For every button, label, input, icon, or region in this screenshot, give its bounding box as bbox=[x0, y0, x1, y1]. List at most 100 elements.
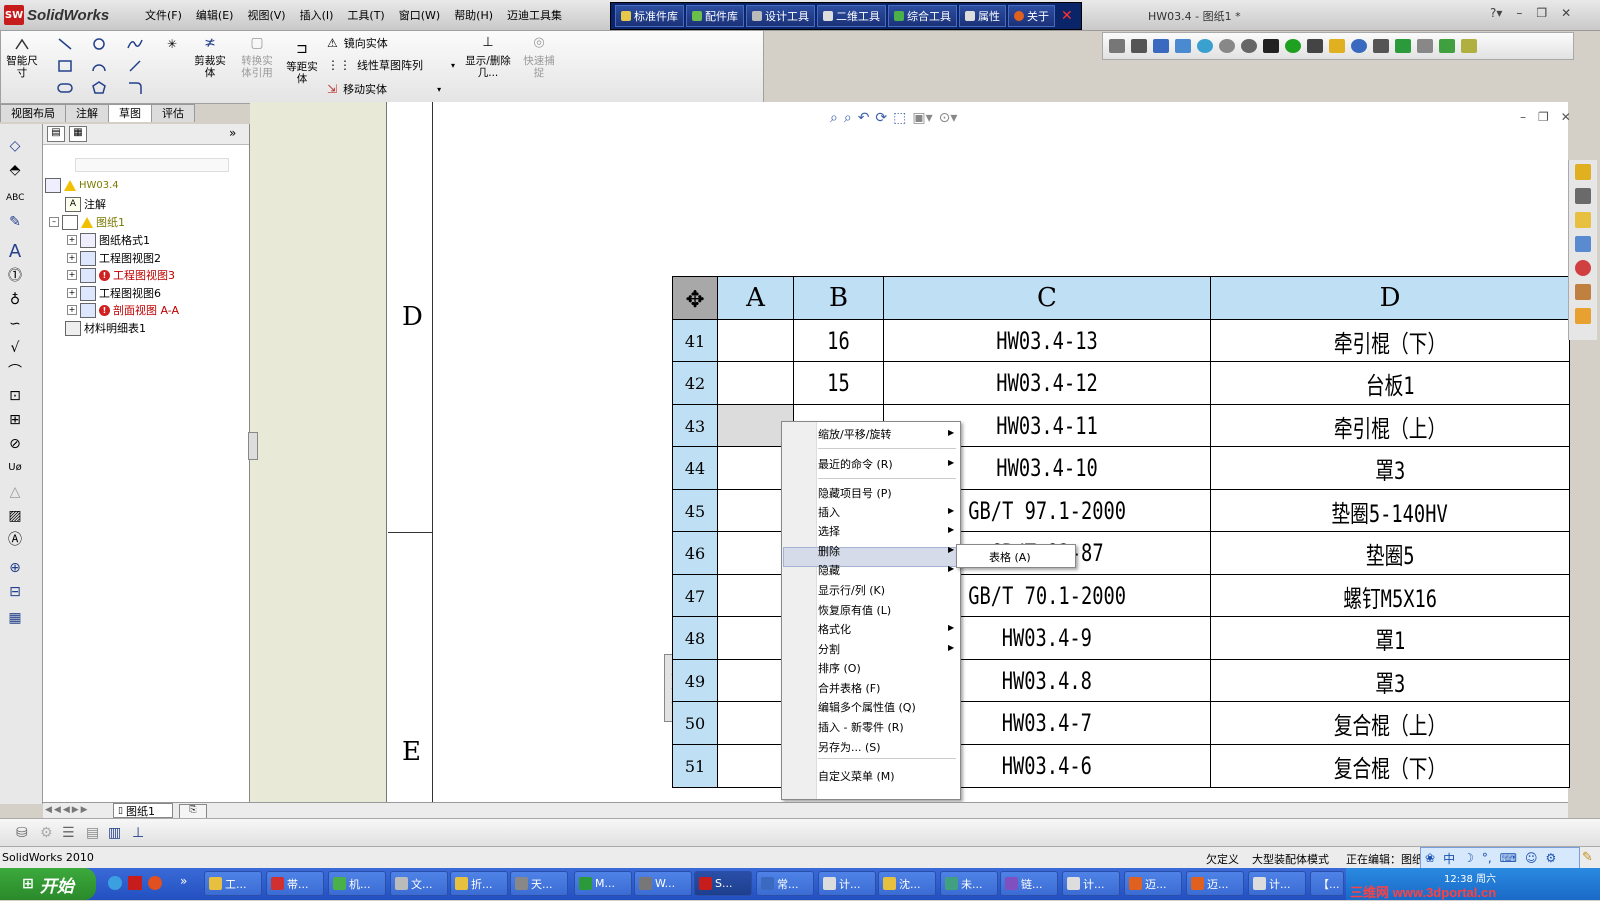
context-menu-item[interactable]: 排序 (O) bbox=[818, 660, 861, 676]
hole-callout-icon[interactable]: ⊡ bbox=[6, 388, 24, 404]
table-cell[interactable]: 罩1 bbox=[1210, 616, 1570, 660]
expand-icon[interactable]: + bbox=[67, 288, 77, 298]
minimize-icon[interactable]: – bbox=[1516, 6, 1522, 20]
magnetic-line-icon[interactable]: ∽ bbox=[6, 316, 24, 332]
property-tab-icon[interactable]: ▦ bbox=[69, 126, 87, 142]
context-menu-item[interactable]: 插入 bbox=[818, 504, 840, 520]
taskbar-item[interactable]: 计... bbox=[818, 871, 876, 896]
view-orientation-icon[interactable]: ⬚ bbox=[893, 110, 906, 126]
table-cell[interactable]: 台板1 bbox=[1210, 361, 1570, 405]
magnifier-icon[interactable] bbox=[1351, 39, 1367, 53]
color-display-icon[interactable]: ▥ bbox=[108, 825, 121, 841]
menu-insert[interactable]: 插入(I) bbox=[293, 7, 341, 23]
block-icon[interactable]: Ⓐ bbox=[6, 532, 24, 548]
polygon-shape-icon[interactable] bbox=[91, 81, 107, 95]
balloon-icon[interactable]: ⓵ bbox=[6, 268, 24, 284]
network-icon[interactable] bbox=[1175, 39, 1191, 53]
paw-icon[interactable]: ❀ bbox=[1425, 851, 1435, 865]
punctuation-icon[interactable]: °, bbox=[1482, 851, 1492, 865]
plugin-standard-parts[interactable]: 标准件库 bbox=[615, 5, 684, 27]
more-icon[interactable]: » bbox=[180, 874, 187, 888]
moon-icon[interactable]: ☽ bbox=[1463, 851, 1474, 865]
table-cell[interactable]: 螺钉M5X16 bbox=[1210, 574, 1570, 618]
display-style-icon[interactable]: ▣▾ bbox=[912, 110, 932, 126]
context-menu-item[interactable]: 显示行/列 (K) bbox=[818, 582, 885, 598]
arc-icon[interactable] bbox=[91, 59, 107, 73]
key-icon[interactable] bbox=[1109, 39, 1125, 53]
menu-view[interactable]: 视图(V) bbox=[240, 7, 292, 23]
table-cell[interactable]: 复合棍（下） bbox=[1210, 744, 1570, 788]
appearance-icon[interactable] bbox=[1575, 260, 1591, 276]
context-menu-item[interactable]: 合并表格 (F) bbox=[818, 680, 880, 696]
datum-target-icon[interactable]: Uø bbox=[6, 460, 24, 476]
taskbar-item[interactable]: 迈... bbox=[1124, 871, 1182, 896]
close-icon[interactable]: ✕ bbox=[1057, 8, 1077, 24]
line-weight-icon[interactable]: ☰ bbox=[62, 825, 75, 841]
auto-balloon-icon[interactable]: ♁ bbox=[6, 292, 24, 308]
row-header[interactable]: 44 bbox=[672, 446, 718, 490]
submenu-item-table[interactable]: 表格 (A) bbox=[989, 549, 1031, 565]
ie-icon[interactable] bbox=[108, 876, 122, 890]
taskbar-item[interactable]: M... bbox=[574, 871, 632, 896]
offset-entities-button[interactable]: ⊐ 等距实体 bbox=[283, 42, 321, 85]
datum-feature-icon[interactable]: ⊘ bbox=[6, 436, 24, 452]
expand-icon[interactable]: + bbox=[67, 270, 77, 280]
row-header[interactable]: 49 bbox=[672, 659, 718, 703]
row-header[interactable]: 47 bbox=[672, 574, 718, 618]
feature-tree-tab-icon[interactable]: ▤ bbox=[47, 126, 65, 142]
context-menu-item[interactable]: 分割 bbox=[818, 641, 840, 657]
align-icon[interactable]: ⊥ bbox=[132, 825, 144, 841]
row-header[interactable]: 48 bbox=[672, 616, 718, 660]
binoculars-icon[interactable] bbox=[1373, 39, 1389, 53]
plugin-parts-lib[interactable]: 配件库 bbox=[686, 5, 744, 27]
ime-chinese-icon[interactable]: 中 bbox=[1443, 850, 1455, 867]
taskbar-item[interactable]: 天... bbox=[510, 871, 568, 896]
line-style-icon[interactable]: ▤ bbox=[86, 825, 99, 841]
row-header[interactable]: 42 bbox=[672, 361, 718, 405]
collapse-icon[interactable]: – bbox=[49, 217, 59, 227]
tab-annotation[interactable]: 注解 bbox=[65, 104, 109, 122]
add-sheet-icon[interactable]: ⎘ bbox=[179, 804, 207, 819]
tree-filter-input[interactable] bbox=[75, 158, 229, 172]
taskbar-item[interactable]: 链... bbox=[1000, 871, 1058, 896]
mw-icon[interactable] bbox=[1307, 39, 1323, 53]
geometric-tolerance-icon[interactable]: ⊞ bbox=[6, 412, 24, 428]
restore-icon[interactable]: ❐ bbox=[1538, 110, 1549, 124]
surface-finish-icon[interactable]: √ bbox=[6, 340, 24, 356]
convert-entities-button[interactable]: ▢ 转换实体引用 bbox=[237, 36, 277, 79]
hide-show-icon[interactable]: ⊙▾ bbox=[939, 110, 958, 126]
table-cell[interactable]: 罩3 bbox=[1210, 659, 1570, 703]
start-button[interactable]: ⊞ 开始 bbox=[0, 868, 96, 900]
taskbar-item[interactable]: 文... bbox=[390, 871, 448, 896]
table-icon[interactable] bbox=[1461, 39, 1477, 53]
context-menu-item[interactable]: 格式化 bbox=[818, 621, 851, 637]
tree-annotations[interactable]: A 注解 bbox=[65, 196, 106, 212]
table-cell[interactable]: HW03.4-12 bbox=[883, 361, 1211, 405]
expand-panel-icon[interactable]: » bbox=[229, 126, 236, 140]
slot-icon[interactable] bbox=[57, 81, 73, 95]
firefox-icon[interactable] bbox=[148, 876, 162, 890]
tree-item[interactable]: + ! 剖面视图 A-A bbox=[67, 302, 179, 318]
globe-icon[interactable] bbox=[1197, 39, 1213, 53]
taskbar-item[interactable]: 机... bbox=[328, 871, 386, 896]
solidworks-icon[interactable] bbox=[128, 876, 142, 890]
rectangle-icon[interactable] bbox=[57, 59, 73, 73]
tree-item[interactable]: 材料明细表1 bbox=[65, 320, 146, 336]
expand-icon[interactable]: + bbox=[67, 235, 77, 245]
tree-root[interactable]: HW03.4 bbox=[45, 178, 119, 193]
column-header[interactable]: C bbox=[883, 276, 1211, 320]
funnel-icon[interactable] bbox=[1263, 39, 1279, 53]
polygon-icon[interactable] bbox=[127, 59, 143, 73]
model-items-icon[interactable]: ⬘ bbox=[6, 162, 24, 178]
tree-item[interactable]: + 工程图视图2 bbox=[67, 250, 161, 266]
taskbar-item[interactable]: 帯... bbox=[266, 871, 324, 896]
plugin-about[interactable]: 关于 bbox=[1008, 5, 1055, 27]
panel-splitter-handle[interactable] bbox=[248, 432, 258, 460]
row-header[interactable]: 50 bbox=[672, 701, 718, 745]
note-icon[interactable]: A bbox=[6, 243, 24, 261]
taskbar-item[interactable]: 未... bbox=[940, 871, 998, 896]
taskbar-item[interactable]: 工... bbox=[204, 871, 262, 896]
revision-symbol-icon[interactable]: △ bbox=[6, 484, 24, 500]
table-cell[interactable]: 复合棍（上） bbox=[1210, 701, 1570, 745]
tree-item[interactable]: + ! 工程图视图3 bbox=[67, 267, 175, 283]
